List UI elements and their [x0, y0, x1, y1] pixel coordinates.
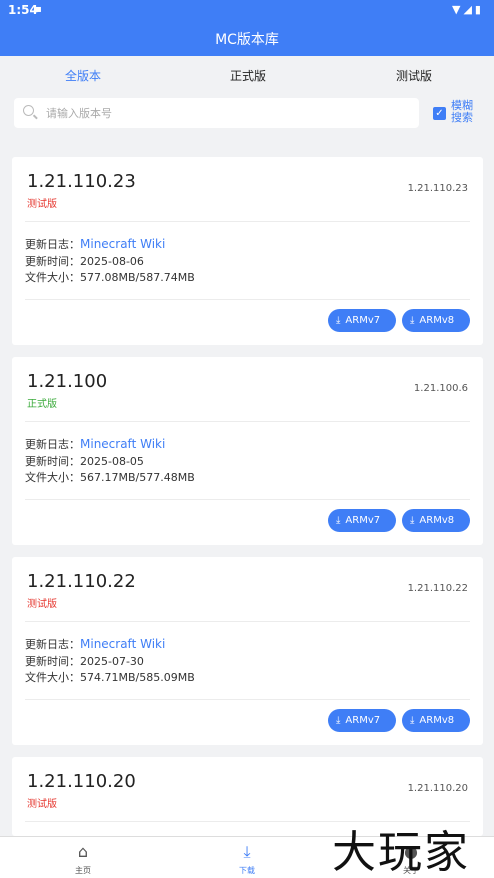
version-name: 1.21.100: [27, 371, 108, 392]
divider: [25, 699, 470, 700]
divider: [25, 499, 470, 500]
version-code: 1.21.110.23: [407, 183, 468, 194]
update-time-row: 更新时间：2025-08-05: [25, 453, 144, 469]
download-icon: ⤓: [336, 315, 341, 326]
app-bar: MC版本库: [0, 22, 494, 56]
download-icon: ⤓: [336, 515, 341, 526]
update-time-row: 更新时间：2025-07-30: [25, 653, 144, 669]
version-name: 1.21.110.20: [27, 771, 136, 792]
download-icon: ⤓: [410, 315, 415, 326]
changelog-row: 更新日志：Minecraft Wiki: [25, 636, 165, 652]
button-label: ARMv8: [419, 515, 455, 526]
download-armv8-button[interactable]: ⤓ ARMv8: [402, 709, 470, 732]
changelog-row: 更新日志：Minecraft Wiki: [25, 436, 165, 452]
update-time-row: 更新时间：2025-08-06: [25, 253, 144, 269]
button-label: ARMv7: [345, 715, 381, 726]
search-icon: [23, 105, 34, 116]
changelog-link[interactable]: Minecraft Wiki: [80, 637, 165, 651]
file-size-value: 567.17MB/577.48MB: [80, 471, 195, 484]
version-code: 1.21.100.6: [413, 383, 468, 394]
changelog-label: 更新日志：: [25, 438, 80, 451]
download-armv8-button[interactable]: ⤓ ARMv8: [402, 309, 470, 332]
version-card[interactable]: 1.21.110.23 测试版 1.21.110.23 更新日志：Minecra…: [12, 157, 483, 345]
status-icons: ▼◢▮: [452, 3, 484, 16]
file-size-value: 577.08MB/587.74MB: [80, 271, 195, 284]
file-size-label: 文件大小：: [25, 471, 80, 484]
update-time-label: 更新时间：: [25, 255, 80, 268]
home-icon: ⌂: [77, 842, 89, 861]
search-input[interactable]: [46, 98, 406, 128]
file-size-value: 574.71MB/585.09MB: [80, 671, 195, 684]
tab-all-versions[interactable]: 全版本: [65, 67, 101, 84]
button-label: ARMv7: [345, 315, 381, 326]
update-time-value: 2025-07-30: [80, 655, 144, 668]
fuzzy-search-checkbox[interactable]: ✓ 模糊搜索: [433, 100, 483, 126]
changelog-label: 更新日志：: [25, 238, 80, 251]
version-name: 1.21.110.22: [27, 571, 136, 592]
update-time-value: 2025-08-05: [80, 455, 144, 468]
divider: [25, 221, 470, 222]
checkbox-checked-icon: ✓: [433, 107, 446, 120]
file-size-label: 文件大小：: [25, 271, 80, 284]
version-name: 1.21.110.23: [27, 171, 136, 192]
download-icon: ⤓: [243, 842, 251, 861]
file-size-row: 文件大小：577.08MB/587.74MB: [25, 269, 195, 285]
nav-download[interactable]: ⤓ 下载: [217, 842, 277, 876]
changelog-link[interactable]: Minecraft Wiki: [80, 437, 165, 451]
divider: [25, 299, 470, 300]
version-card[interactable]: 1.21.100 正式版 1.21.100.6 更新日志：Minecraft W…: [12, 357, 483, 545]
channel-badge: 测试版: [27, 599, 57, 610]
button-label: ARMv7: [345, 515, 381, 526]
divider: [25, 621, 470, 622]
search-box: [14, 98, 419, 128]
download-armv7-button[interactable]: ⤓ ARMv7: [328, 509, 396, 532]
tab-release[interactable]: 正式版: [230, 67, 266, 84]
version-code: 1.21.110.20: [407, 783, 468, 794]
download-armv8-button[interactable]: ⤓ ARMv8: [402, 509, 470, 532]
file-size-row: 文件大小：574.71MB/585.09MB: [25, 669, 195, 685]
nav-home[interactable]: ⌂ 主页: [53, 842, 113, 876]
nav-home-label: 主页: [75, 866, 91, 875]
download-icon: ⤓: [336, 715, 341, 726]
download-icon: ⤓: [410, 715, 415, 726]
changelog-link[interactable]: Minecraft Wiki: [80, 237, 165, 251]
update-time-value: 2025-08-06: [80, 255, 144, 268]
version-card[interactable]: 1.21.110.22 测试版 1.21.110.22 更新日志：Minecra…: [12, 557, 483, 745]
divider: [25, 421, 470, 422]
android-notification-icon: ▪: [35, 4, 42, 15]
version-code: 1.21.110.22: [407, 583, 468, 594]
button-label: ARMv8: [419, 315, 455, 326]
update-time-label: 更新时间：: [25, 655, 80, 668]
watermark: 大玩家: [332, 827, 470, 878]
status-bar: 1:54 ▪ ▼◢▮: [0, 0, 494, 22]
app-title: MC版本库: [215, 32, 279, 48]
file-size-label: 文件大小：: [25, 671, 80, 684]
update-time-label: 更新时间：: [25, 455, 80, 468]
download-armv7-button[interactable]: ⤓ ARMv7: [328, 709, 396, 732]
file-size-row: 文件大小：567.17MB/577.48MB: [25, 469, 195, 485]
status-time: 1:54: [8, 3, 38, 17]
button-label: ARMv8: [419, 715, 455, 726]
changelog-label: 更新日志：: [25, 638, 80, 651]
changelog-row: 更新日志：Minecraft Wiki: [25, 236, 165, 252]
channel-badge: 正式版: [27, 399, 57, 410]
channel-badge: 测试版: [27, 799, 57, 810]
tab-beta[interactable]: 测试版: [396, 67, 432, 84]
nav-download-label: 下载: [239, 866, 255, 875]
fuzzy-search-label: 模糊搜索: [451, 99, 473, 124]
download-armv7-button[interactable]: ⤓ ARMv7: [328, 309, 396, 332]
tab-bar: 全版本 正式版 测试版: [0, 56, 494, 92]
channel-badge: 测试版: [27, 199, 57, 210]
download-icon: ⤓: [410, 515, 415, 526]
